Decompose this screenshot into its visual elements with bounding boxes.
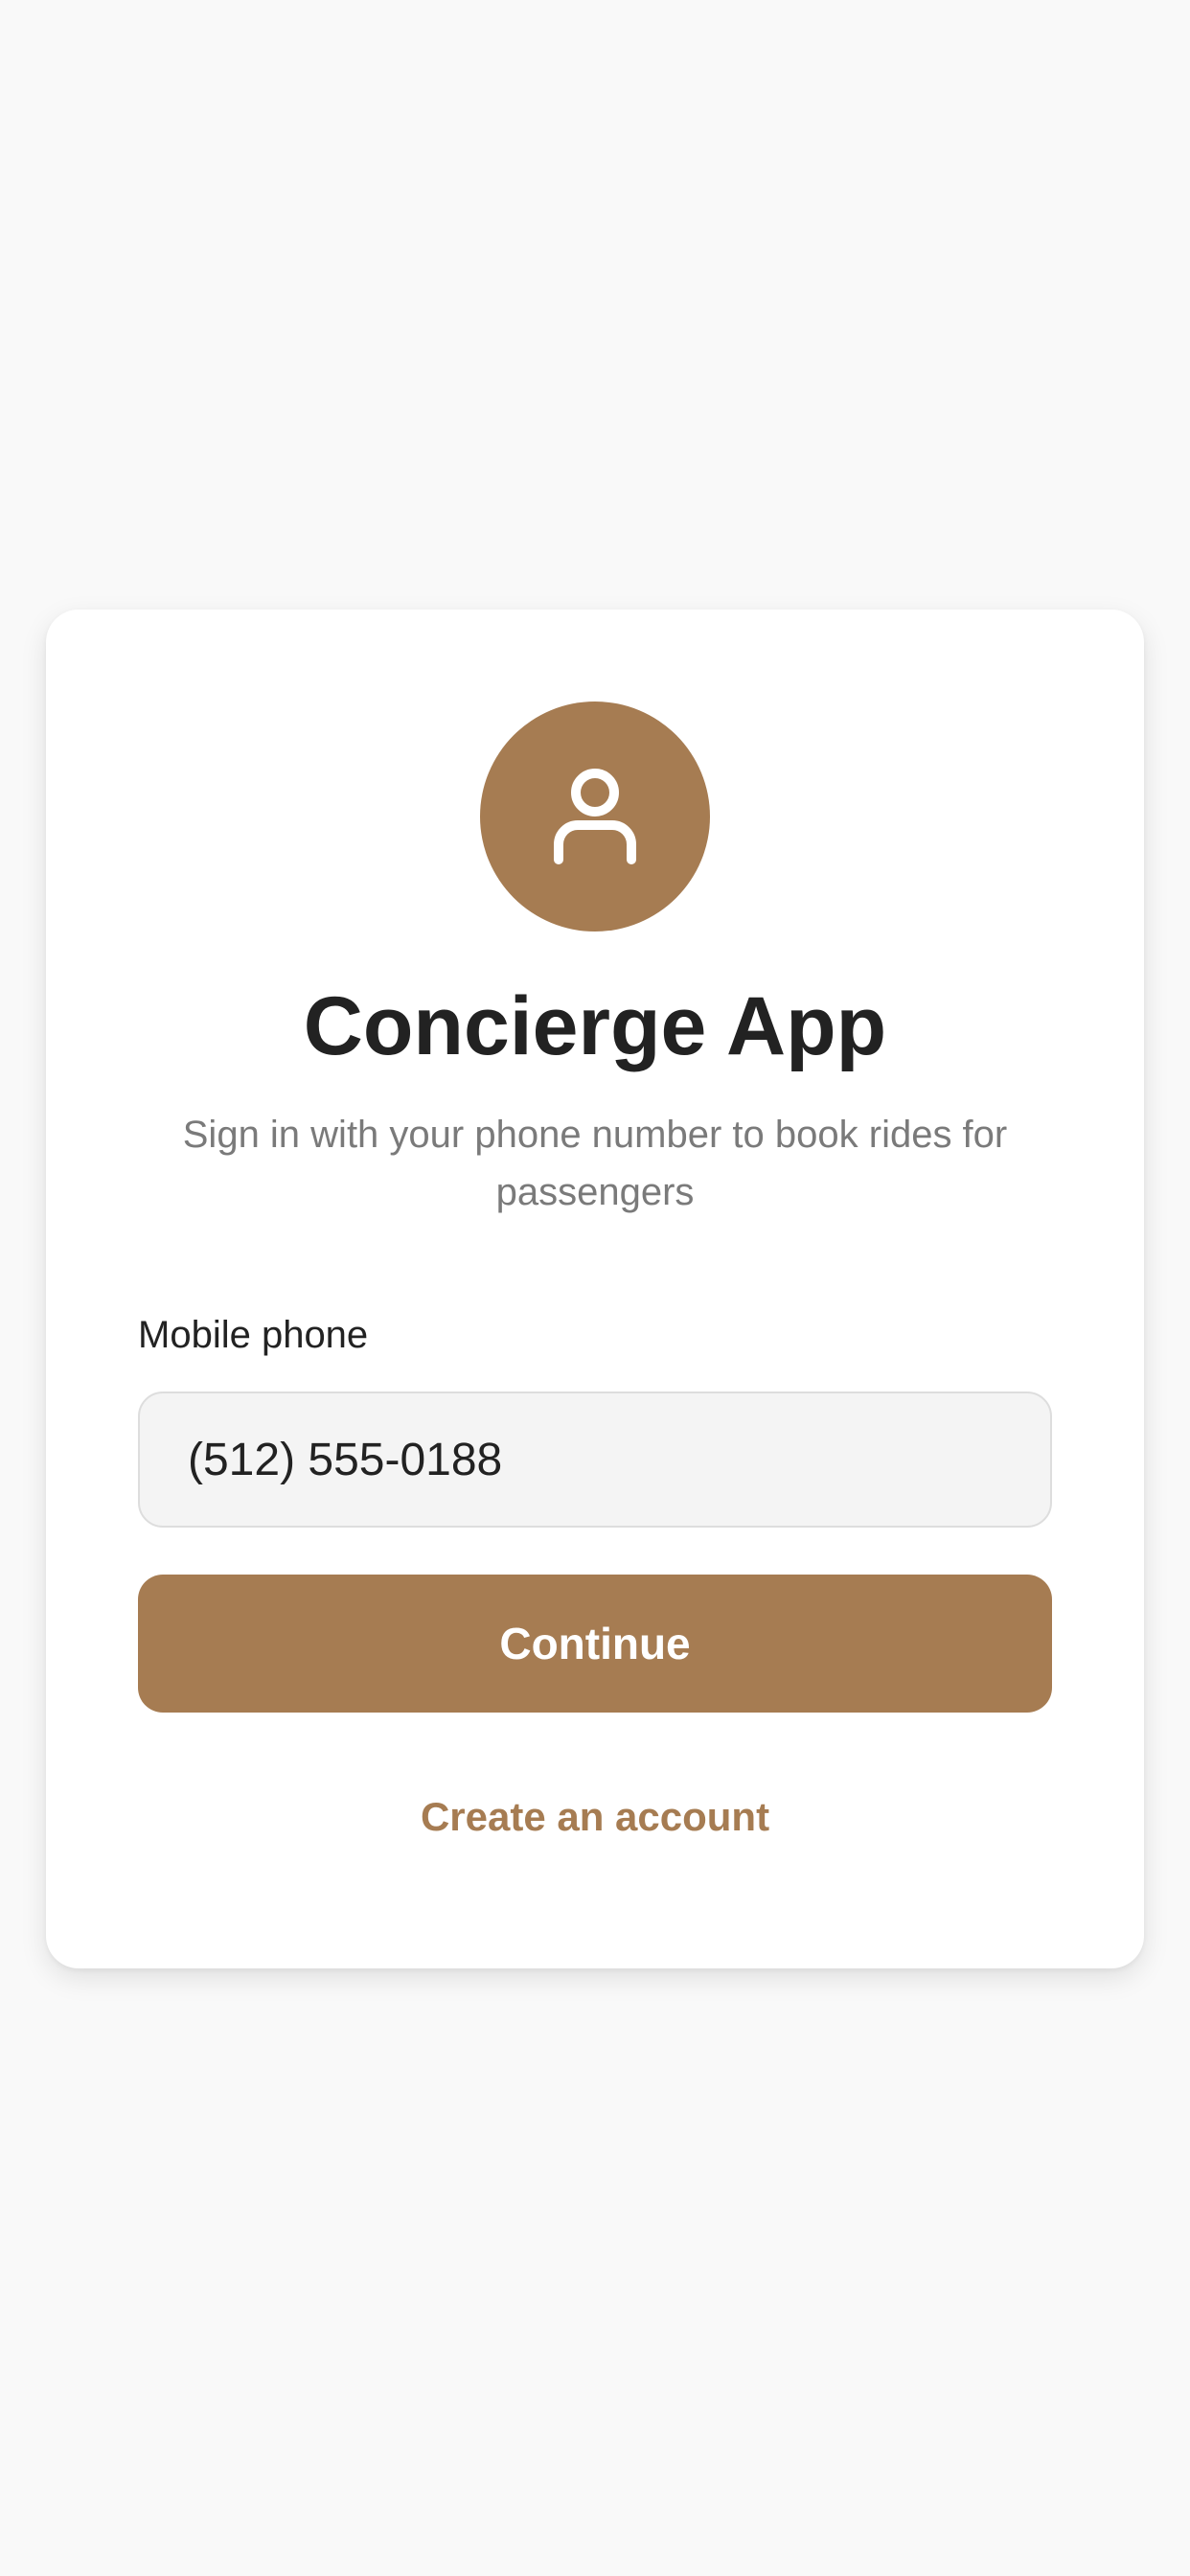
avatar <box>480 702 710 932</box>
user-icon <box>554 769 636 864</box>
page-title: Concierge App <box>303 980 887 1072</box>
page-subtitle: Sign in with your phone number to book r… <box>182 1114 1008 1213</box>
create-account-link[interactable]: Create an account <box>46 1794 1144 1840</box>
continue-button[interactable]: Continue <box>138 1575 1052 1713</box>
sign-in-card: Concierge App Sign in with your phone nu… <box>46 610 1144 1968</box>
phone-field-label: Mobile phone <box>138 1314 369 1356</box>
phone-input[interactable] <box>138 1392 1052 1528</box>
